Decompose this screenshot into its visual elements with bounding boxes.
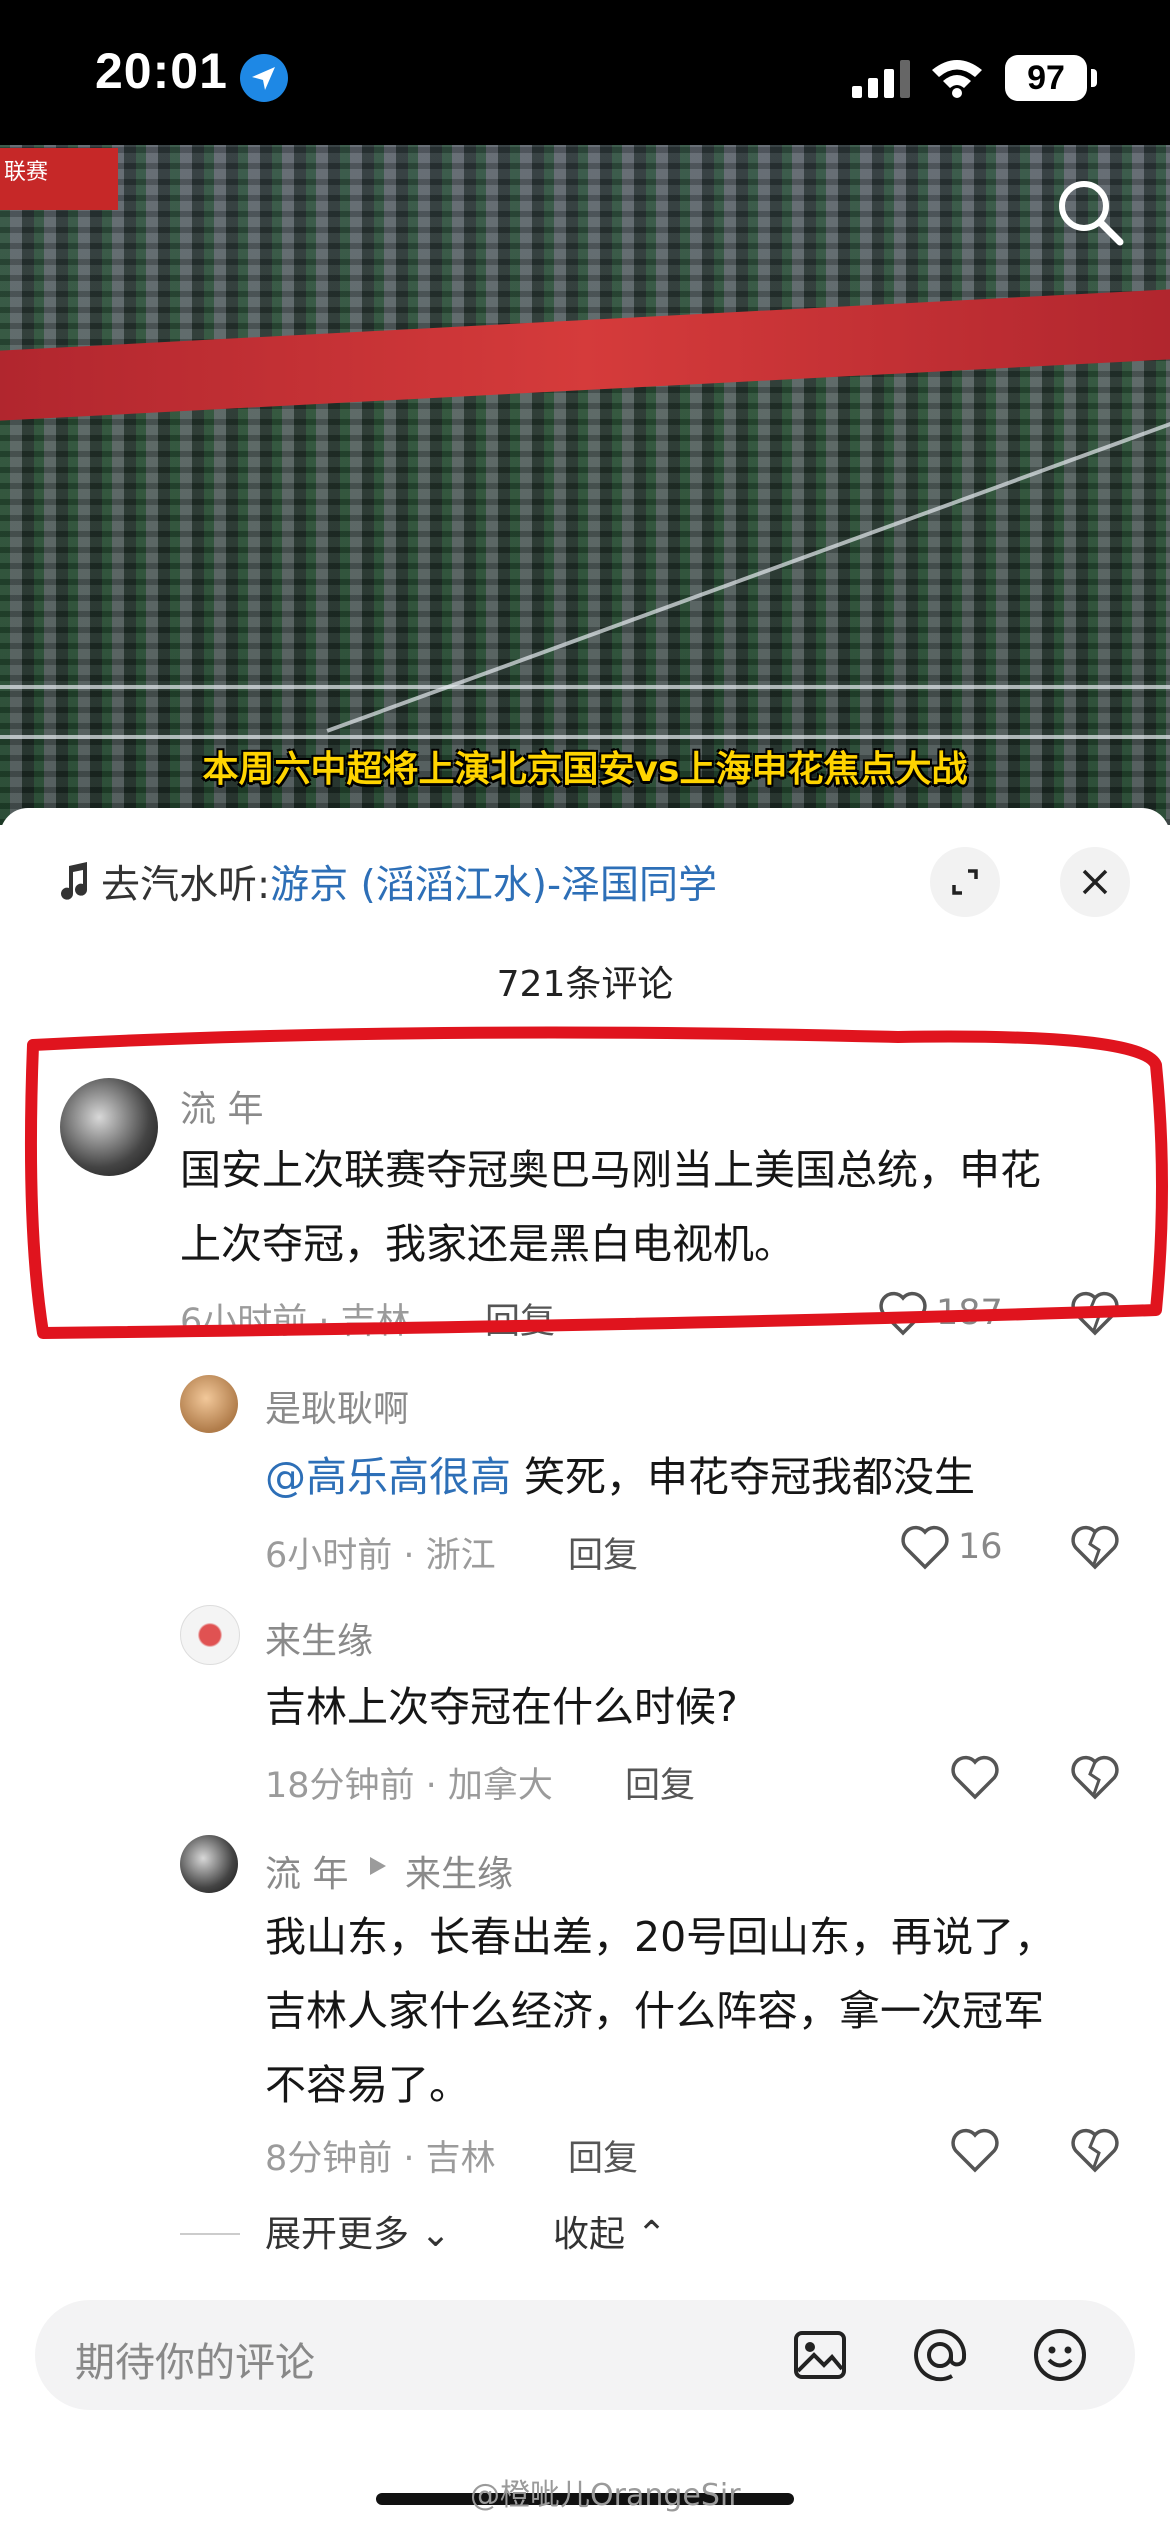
music-prefix: 去汽水听: (101, 863, 271, 908)
collapse-button[interactable]: 收起 ⌃ (553, 2205, 667, 2257)
like-count: 16 (958, 1527, 1003, 1567)
emoji-icon[interactable] (1030, 2325, 1090, 2385)
divider-line (180, 2233, 240, 2235)
broken-heart-icon[interactable] (1070, 1754, 1120, 1800)
battery-level: 97 (1005, 55, 1087, 101)
reply-button[interactable]: 回复 (625, 1757, 695, 1808)
comment-line: 吉林人家什么经济，什么阵容，拿一次冠军 (265, 1987, 1044, 2035)
comment-text: 吉林上次夺冠在什么时候? (265, 1683, 738, 1731)
expand-button[interactable] (930, 847, 1000, 917)
collapse-label: 收起 (553, 2214, 626, 2255)
at-icon[interactable] (910, 2325, 970, 2385)
heart-icon[interactable] (950, 1754, 1000, 1800)
expand-icon (952, 869, 978, 895)
battery-nub (1091, 69, 1097, 87)
reply-button[interactable]: 回复 (568, 1527, 638, 1578)
music-song[interactable]: 游京 (滔滔江水)-泽国同学 (270, 854, 717, 910)
wifi-icon (932, 60, 982, 98)
close-icon (1082, 869, 1108, 895)
broken-heart-icon[interactable] (1070, 1524, 1120, 1570)
watermark: @橙呲儿OrangeSir (470, 2478, 741, 2513)
reply-button[interactable]: 回复 (568, 2130, 638, 2181)
heart-icon[interactable] (950, 2127, 1000, 2173)
comment-username[interactable]: 是耿耿啊 (265, 1380, 409, 1432)
comment-meta: 8分钟前 · 吉林 (265, 2139, 496, 2179)
expand-more-button[interactable]: 展开更多 ⌄ (265, 2205, 451, 2257)
video-frame[interactable] (0, 145, 1170, 825)
comment-text: 我山东，长春出差，20号回山东，再说了， 吉林人家什么经济，什么阵容，拿一次冠军… (265, 1900, 1055, 2122)
comment-body: 笑死，申花夺冠我都没生 (511, 1453, 976, 1501)
status-time: 20:01 (95, 43, 228, 99)
red-highlight-circle (24, 1026, 1168, 1339)
expand-more-label: 展开更多 (265, 2214, 410, 2255)
location-arrow-icon (240, 54, 288, 102)
comment-line: 我山东，长春出差，20号回山东，再说了， (265, 1913, 1056, 1961)
comment-meta: 6小时前 · 浙江 (265, 1536, 496, 1576)
broken-heart-icon[interactable] (1070, 2127, 1120, 2173)
signal-icon (852, 60, 910, 98)
video-caption: 本周六中超将上演北京国安vs上海申花焦点大战 (202, 749, 968, 790)
stadium-banner (0, 289, 1170, 421)
music-link[interactable]: 去汽水听: 游京 (滔滔江水)-泽国同学 (55, 852, 717, 912)
comment-username[interactable]: 流 年 (265, 1845, 348, 1897)
stand-rail (0, 685, 1170, 689)
search-icon[interactable] (1050, 172, 1130, 252)
mention-link[interactable]: @高乐高很高 (265, 1453, 511, 1501)
music-note-icon (61, 862, 87, 900)
league-tag: 联赛 (0, 148, 118, 210)
chevron-down-icon: ⌄ (420, 2214, 451, 2255)
comment-meta: 18分钟前 · 加拿大 (265, 1766, 553, 1806)
comment-count: 721条评论 (496, 964, 674, 1005)
avatar[interactable] (180, 1375, 238, 1433)
reply-to-username[interactable]: 来生缘 (405, 1845, 513, 1897)
chevron-up-icon: ⌃ (636, 2214, 667, 2255)
status-bar: 20:01 97 (0, 0, 1170, 145)
comment-username[interactable]: 来生缘 (265, 1612, 373, 1664)
reply-arrow-icon (370, 1857, 386, 1875)
comment-text: @高乐高很高 笑死，申花夺冠我都没生 (265, 1440, 975, 1514)
close-button[interactable] (1060, 847, 1130, 917)
heart-icon[interactable] (900, 1524, 950, 1570)
comment-line: 不容易了。 (265, 2061, 470, 2109)
image-icon[interactable] (790, 2325, 850, 2385)
comment-input-placeholder[interactable]: 期待你的评论 (75, 2330, 315, 2388)
avatar[interactable] (180, 1835, 238, 1893)
stand-rail (0, 735, 1170, 739)
avatar[interactable] (180, 1605, 240, 1665)
